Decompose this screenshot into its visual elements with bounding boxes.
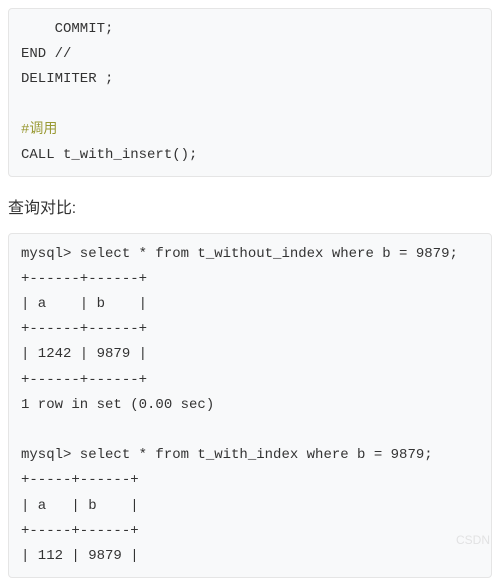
code-line: DELIMITER ; (21, 71, 113, 87)
code-comment: #调用 (21, 122, 57, 138)
code-block-2: mysql> select * from t_without_index whe… (8, 233, 492, 578)
code-line: END // (21, 46, 71, 62)
code-line: +------+------+ (21, 321, 164, 337)
code-line: | a | b | (21, 498, 139, 514)
code-line: 1 row in set (0.00 sec) (21, 397, 214, 413)
code-line: +------+------+ (21, 372, 147, 388)
section-heading: 查询对比: (0, 185, 500, 225)
code-line: | 1242 | 9879 | (21, 346, 147, 362)
code-line: +-----+------+ (21, 472, 139, 488)
code-block-1: COMMIT; END // DELIMITER ; #调用 CALL t_wi… (8, 8, 492, 177)
code-line: +-----+------+ (21, 523, 139, 539)
code-line: CALL t_with_insert(); (21, 147, 197, 163)
code-line: +------+------+ (21, 271, 147, 287)
code-line: COMMIT; (21, 21, 113, 37)
code-line: mysql> select * from t_without_index whe… (21, 246, 458, 262)
code-line: mysql> select * from t_with_index where … (21, 447, 433, 463)
code-line: | a | b | (21, 296, 147, 312)
